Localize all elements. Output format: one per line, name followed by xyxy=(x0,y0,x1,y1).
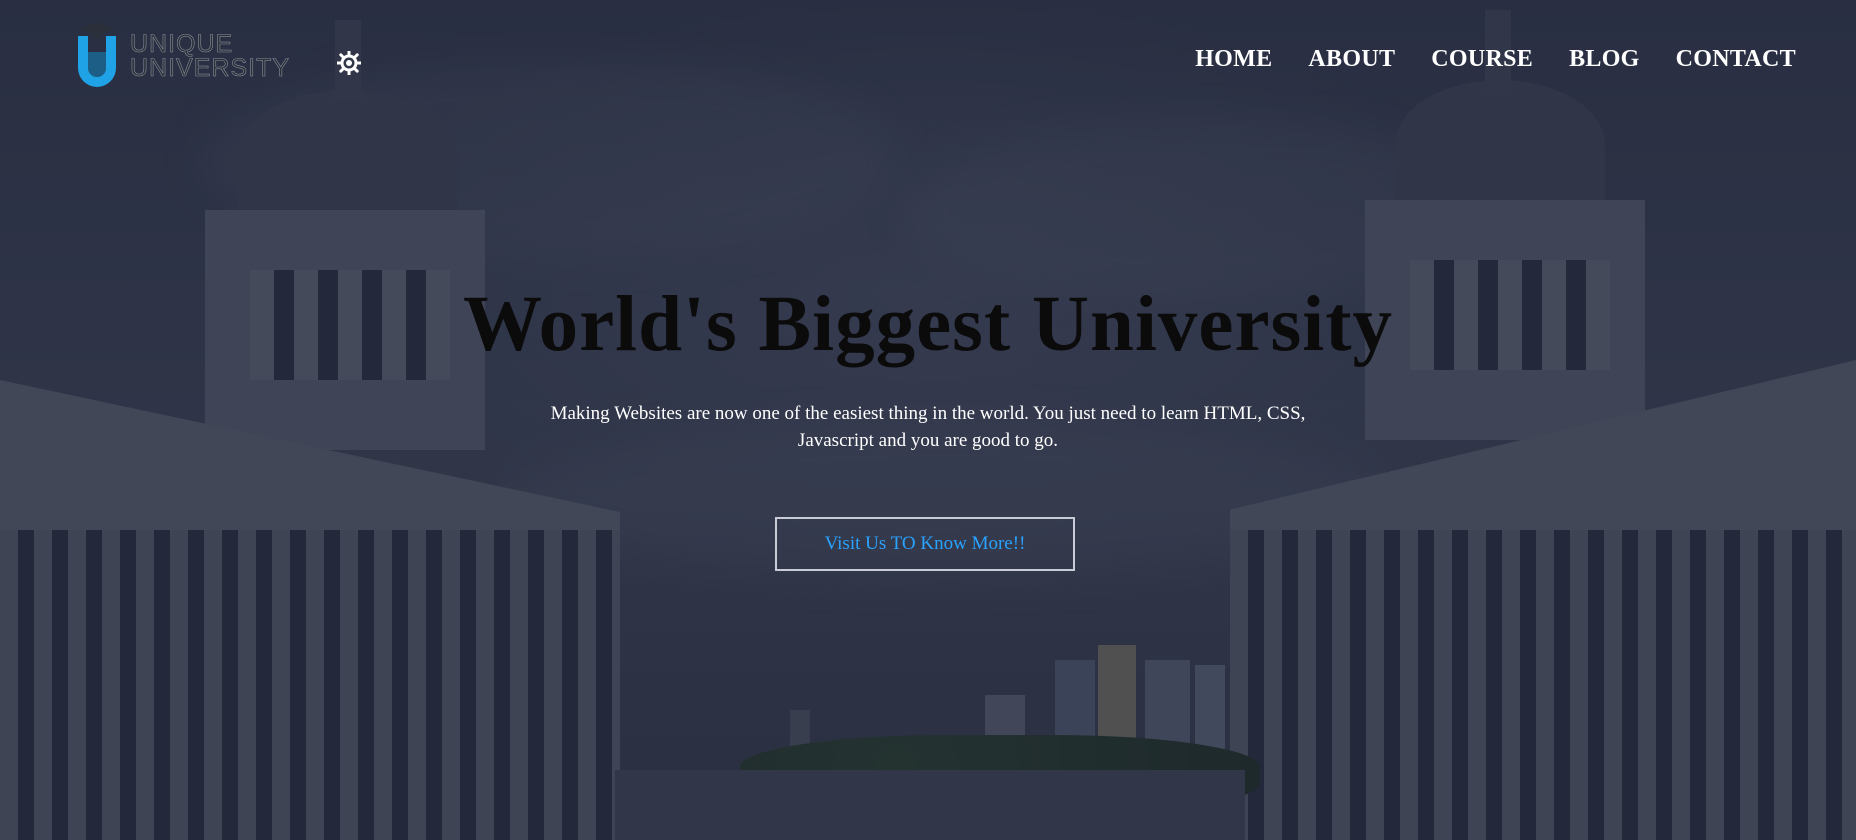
brand-name: UNIQUE UNIVERSITY xyxy=(130,30,291,82)
brand-name-line2: UNIVERSITY xyxy=(130,54,291,82)
brand-name-line1: UNIQUE xyxy=(130,30,234,58)
graduation-u-logo-icon xyxy=(74,22,120,90)
nav-link-about[interactable]: ABOUT xyxy=(1308,46,1395,73)
theme-toggle-sun-icon[interactable] xyxy=(336,50,362,76)
hero-subtitle: Making Websites are now one of the easie… xyxy=(550,403,1306,451)
nav-link-blog[interactable]: BLOG xyxy=(1569,46,1640,73)
nav-link-contact[interactable]: CONTACT xyxy=(1676,46,1796,73)
visit-us-button[interactable]: Visit Us TO Know More!! xyxy=(775,517,1075,571)
hero-title: World's Biggest University xyxy=(462,281,1394,368)
nav-link-course[interactable]: COURSE xyxy=(1431,46,1533,73)
main-navigation: HOME ABOUT COURSE BLOG CONTACT xyxy=(1195,46,1796,73)
nav-link-home[interactable]: HOME xyxy=(1195,46,1272,73)
brand-logo[interactable]: UNIQUE UNIVERSITY xyxy=(74,22,290,90)
site-header: UNIQUE UNIVERSITY HOME ABOUT COURSE BLOG… xyxy=(0,0,1856,124)
